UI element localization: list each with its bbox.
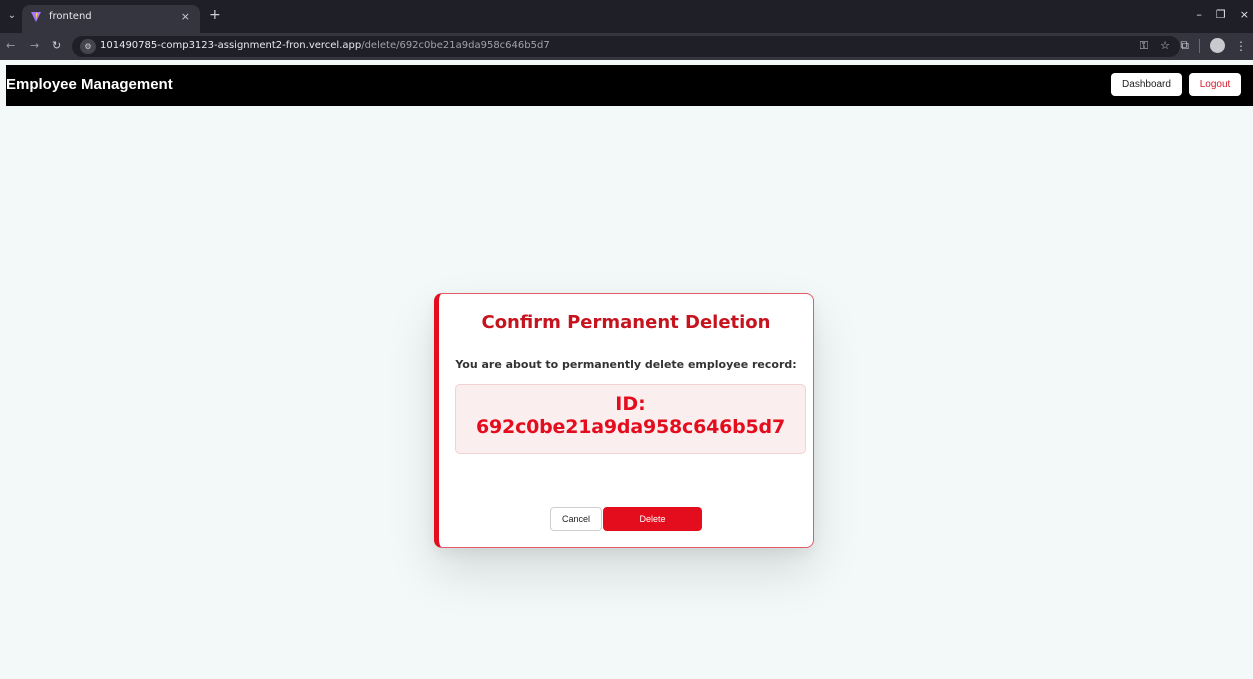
browser-tabstrip: ⌄ frontend × + – ❐ × [0, 0, 1253, 33]
close-window-icon[interactable]: × [1240, 8, 1249, 21]
url-text[interactable]: 101490785-comp3123-assignment2-fron.verc… [100, 40, 550, 51]
employee-id-value: 692c0be21a9da958c646b5d7 [476, 416, 785, 438]
tab-title: frontend [49, 11, 92, 22]
profile-icon[interactable] [1210, 38, 1225, 53]
extensions-icon[interactable]: ⧉ [1180, 38, 1189, 53]
back-icon[interactable]: ← [6, 39, 15, 53]
address-bar[interactable]: ⚙ 101490785-comp3123-assignment2-fron.ve… [72, 36, 1180, 57]
vite-favicon-icon [31, 12, 41, 22]
star-icon[interactable]: ☆ [1160, 39, 1170, 53]
url-path: /delete/692c0be21a9da958c646b5d7 [361, 40, 550, 51]
chevron-down-icon[interactable]: ⌄ [4, 8, 20, 24]
employee-id-label: ID: [615, 393, 646, 415]
plus-icon[interactable]: + [209, 8, 221, 22]
omnibox-icons: ⚿ ☆ [1140, 39, 1170, 53]
dialog-title: Confirm Permanent Deletion [481, 312, 771, 333]
window-controls: – ❐ × [1196, 8, 1249, 21]
dashboard-button[interactable]: Dashboard [1111, 73, 1182, 96]
dialog-message: You are about to permanently delete empl… [455, 358, 797, 371]
brand-title: Employee Management [6, 76, 173, 93]
minimize-icon[interactable]: – [1196, 8, 1202, 21]
reload-icon[interactable]: ↻ [52, 39, 61, 53]
forward-icon[interactable]: → [30, 39, 39, 53]
employee-id-box: ID: 692c0be21a9da958c646b5d7 [455, 384, 806, 454]
delete-confirmation-dialog: Confirm Permanent Deletion You are about… [434, 293, 814, 548]
toolbar-actions: ⧉ ⋮ [1180, 38, 1247, 53]
cancel-button[interactable]: Cancel [550, 507, 602, 531]
browser-tab[interactable]: frontend × [22, 5, 200, 33]
app-header: Employee Management Dashboard Logout [6, 65, 1253, 106]
key-icon[interactable]: ⚿ [1140, 39, 1148, 53]
close-icon[interactable]: × [181, 10, 190, 23]
toolbar-divider [1199, 38, 1200, 53]
url-host: 101490785-comp3123-assignment2-fron.verc… [100, 40, 362, 51]
delete-button[interactable]: Delete [603, 507, 702, 531]
browser-toolbar: ← → ↻ ⚙ 101490785-comp3123-assignment2-f… [0, 33, 1253, 60]
logout-button[interactable]: Logout [1189, 73, 1241, 96]
menu-icon[interactable]: ⋮ [1235, 39, 1247, 53]
restore-icon[interactable]: ❐ [1216, 8, 1226, 21]
site-info-icon[interactable]: ⚙ [80, 39, 96, 54]
